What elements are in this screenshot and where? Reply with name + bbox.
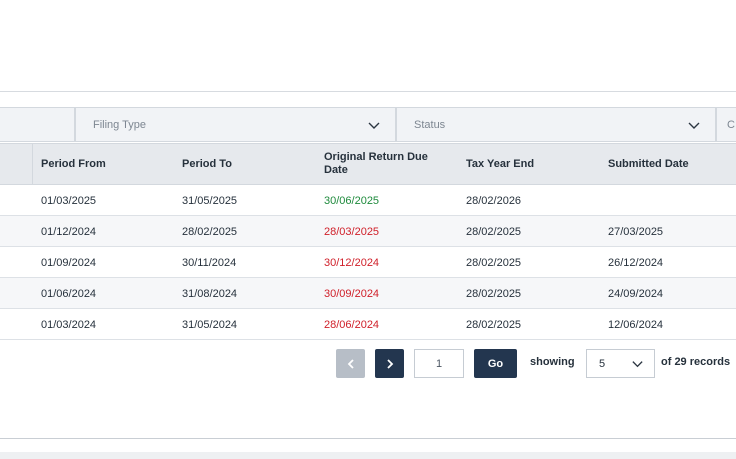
footer-band <box>0 452 736 459</box>
submitted-date-cell: 26/12/2024 <box>608 256 664 269</box>
due-date-cell: 30/12/2024 <box>324 256 380 269</box>
period-from-cell: 01/09/2024 <box>41 256 97 269</box>
period-from-cell: 01/03/2025 <box>41 194 97 207</box>
chevron-right-icon <box>386 358 393 369</box>
filter-leading-cell[interactable] <box>0 107 75 142</box>
showing-label: showing <box>530 356 575 368</box>
filing-type-label: Filing Type <box>93 118 146 131</box>
period-from-cell: 01/06/2024 <box>41 287 97 300</box>
column-header-original-due-date[interactable]: Original Return Due Date <box>324 144 444 184</box>
status-label: Status <box>414 118 446 131</box>
due-date-cell: 30/06/2025 <box>324 194 380 207</box>
table-row[interactable]: 01/03/2024 31/05/2024 28/06/2024 28/02/2025… <box>0 309 736 340</box>
extra-filter-field[interactable]: C <box>716 107 736 142</box>
table-row[interactable]: 01/03/2025 31/05/2025 30/06/2025 28/02/2026 <box>0 185 736 216</box>
extra-filter-label: C <box>727 118 735 131</box>
chevron-left-icon <box>347 358 354 369</box>
period-to-cell: 31/05/2024 <box>182 318 238 331</box>
period-to-cell: 30/11/2024 <box>182 256 237 269</box>
chevron-down-icon <box>632 361 643 368</box>
next-page-button[interactable] <box>375 349 404 378</box>
column-header-tax-year-end[interactable]: Tax Year End <box>466 144 596 184</box>
table-header: Period From Period To Original Return Du… <box>0 143 736 185</box>
go-button[interactable]: Go <box>474 349 517 378</box>
period-from-cell: 01/03/2024 <box>41 318 97 331</box>
column-header-period-to[interactable]: Period To <box>182 144 312 184</box>
returns-table: Period From Period To Original Return Du… <box>0 143 736 340</box>
top-divider <box>0 91 736 92</box>
table-row[interactable]: 01/09/2024 30/11/2024 30/12/2024 28/02/2025… <box>0 247 736 278</box>
filing-type-dropdown[interactable]: Filing Type <box>75 107 396 142</box>
period-to-cell: 31/08/2024 <box>182 287 238 300</box>
tax-year-end-cell: 28/02/2025 <box>466 225 522 238</box>
records-count: of 29 records <box>661 356 731 368</box>
pagination: Go showing 5 of 29 records <box>0 349 736 379</box>
tax-year-end-cell: 28/02/2026 <box>466 194 522 207</box>
table-row[interactable]: 01/12/2024 28/02/2025 28/03/2025 28/02/2025… <box>0 216 736 247</box>
filter-bar: Filing Type Status C <box>0 107 736 142</box>
tax-year-end-cell: 28/02/2025 <box>466 287 522 300</box>
submitted-date-cell: 12/06/2024 <box>608 318 664 331</box>
table-row[interactable]: 01/06/2024 31/08/2024 30/09/2024 28/02/2025… <box>0 278 736 309</box>
period-to-cell: 28/02/2025 <box>182 225 238 238</box>
tax-year-end-cell: 28/02/2025 <box>466 256 522 269</box>
page-size-value: 5 <box>599 357 606 370</box>
period-to-cell: 31/05/2025 <box>182 194 238 207</box>
column-divider <box>32 144 33 184</box>
period-from-cell: 01/12/2024 <box>41 225 97 238</box>
column-header-submitted-date[interactable]: Submitted Date <box>608 144 736 184</box>
chevron-down-icon <box>368 122 380 129</box>
due-date-cell: 30/09/2024 <box>324 287 380 300</box>
page-size-select[interactable]: 5 <box>586 349 655 378</box>
submitted-date-cell: 27/03/2025 <box>608 225 664 238</box>
tax-year-end-cell: 28/02/2025 <box>466 318 522 331</box>
previous-page-button[interactable] <box>336 349 365 378</box>
page-number-input[interactable] <box>414 349 464 378</box>
status-dropdown[interactable]: Status <box>396 107 716 142</box>
submitted-date-cell <box>608 185 736 216</box>
due-date-cell: 28/03/2025 <box>324 225 380 238</box>
bottom-divider <box>0 438 736 439</box>
column-header-period-from[interactable]: Period From <box>41 144 171 184</box>
chevron-down-icon <box>688 122 700 129</box>
submitted-date-cell: 24/09/2024 <box>608 287 664 300</box>
due-date-cell: 28/06/2024 <box>324 318 380 331</box>
